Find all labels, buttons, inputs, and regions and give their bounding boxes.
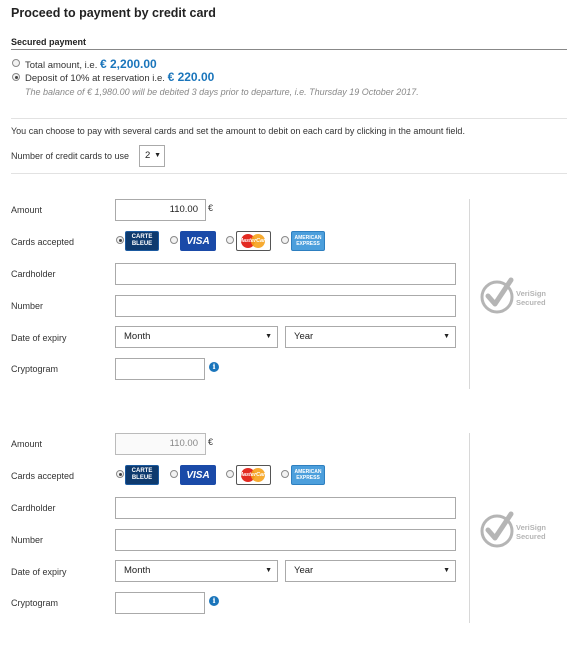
info-icon[interactable]: i: [209, 362, 219, 372]
cb-line1: CARTE: [131, 234, 153, 240]
card-number-input[interactable]: [115, 295, 456, 317]
card-form-1: Amount 110.00 € Cards accepted CARTE BLE…: [0, 199, 577, 389]
cb-line2: BLEUE: [131, 241, 153, 247]
mastercard-icon[interactable]: MasterCard: [236, 465, 271, 485]
form-divider: [469, 433, 470, 623]
amex-line2: EXPRESS: [296, 475, 320, 481]
expiry-year-select[interactable]: Year ▼: [285, 560, 456, 582]
section-divider: [11, 173, 567, 174]
cards-accepted-label: Cards accepted: [11, 237, 75, 247]
visa-text: VISA: [186, 235, 210, 247]
expiry-label: Date of expiry: [11, 567, 67, 577]
card-radio-cb[interactable]: [116, 236, 124, 244]
section-divider: [11, 118, 567, 119]
amount-label: Amount: [11, 205, 43, 215]
cryptogram-label: Cryptogram: [11, 364, 59, 374]
card-radio-visa[interactable]: [170, 236, 178, 244]
carte-bleue-icon[interactable]: CARTE BLEUE: [125, 465, 159, 485]
month-value: Month: [124, 565, 151, 576]
chevron-down-icon: ▼: [443, 333, 450, 340]
amex-icon[interactable]: AMERICAN EXPRESS: [291, 231, 325, 251]
mastercard-text: MasterCard: [238, 472, 269, 478]
chevron-down-icon: ▼: [265, 567, 272, 574]
amex-line2: EXPRESS: [296, 241, 320, 247]
card-count-label: Number of credit cards to use: [11, 151, 130, 161]
card-form-2: Amount 110.00 € Cards accepted CARTE BLE…: [0, 433, 577, 623]
badge-line1: VeriSign: [516, 289, 546, 298]
secured-payment-heading: Secured payment: [11, 37, 87, 47]
carte-bleue-icon[interactable]: CARTE BLEUE: [125, 231, 159, 251]
cb-line1: CARTE: [131, 468, 153, 474]
multi-card-info: You can choose to pay with several cards…: [11, 126, 465, 136]
mastercard-icon[interactable]: MasterCard: [236, 231, 271, 251]
expiry-year-select[interactable]: Year ▼: [285, 326, 456, 348]
badge-line1: VeriSign: [516, 523, 546, 532]
amount-label: Amount: [11, 439, 43, 449]
cryptogram-label: Cryptogram: [11, 598, 59, 608]
expiry-month-select[interactable]: Month ▼: [115, 560, 278, 582]
deposit-label: Deposit of 10% at reservation i.e.: [25, 73, 165, 84]
deposit-radio[interactable]: [12, 73, 20, 81]
card-radio-amex[interactable]: [281, 470, 289, 478]
card-radio-mastercard[interactable]: [226, 470, 234, 478]
visa-text: VISA: [186, 469, 210, 481]
currency-symbol: €: [208, 437, 214, 447]
amount-input[interactable]: 110.00: [115, 433, 206, 455]
visa-icon[interactable]: VISA: [180, 465, 216, 485]
card-count-value: 2: [145, 150, 151, 161]
amount-input[interactable]: 110.00: [115, 199, 206, 221]
expiry-month-select[interactable]: Month ▼: [115, 326, 278, 348]
badge-line2: Secured: [516, 298, 546, 307]
cryptogram-input[interactable]: [115, 592, 205, 614]
currency-symbol: €: [208, 203, 214, 213]
cardholder-label: Cardholder: [11, 269, 56, 279]
card-radio-visa[interactable]: [170, 470, 178, 478]
month-value: Month: [124, 331, 151, 342]
visa-icon[interactable]: VISA: [180, 231, 216, 251]
chevron-down-icon: ▼: [443, 567, 450, 574]
cb-line2: BLEUE: [131, 475, 153, 481]
card-radio-mastercard[interactable]: [226, 236, 234, 244]
mastercard-text: MasterCard: [238, 238, 269, 244]
total-amount-option[interactable]: Total amount, i.e. € 2,200.00: [25, 57, 157, 71]
card-radio-amex[interactable]: [281, 236, 289, 244]
verisign-secured-icon: VeriSign Secured: [480, 511, 546, 548]
card-radio-cb[interactable]: [116, 470, 124, 478]
badge-line2: Secured: [516, 532, 546, 541]
deposit-option[interactable]: Deposit of 10% at reservation i.e. € 220…: [25, 70, 214, 84]
heading-divider: [11, 49, 567, 50]
info-icon[interactable]: i: [209, 596, 219, 606]
balance-note: The balance of € 1,980.00 will be debite…: [25, 87, 419, 97]
number-label: Number: [11, 301, 44, 311]
amex-icon[interactable]: AMERICAN EXPRESS: [291, 465, 325, 485]
form-divider: [469, 199, 470, 389]
card-count-select[interactable]: 2 ▼: [139, 145, 165, 167]
chevron-down-icon: ▼: [154, 152, 161, 159]
total-amount-radio[interactable]: [12, 59, 20, 67]
page-title: Proceed to payment by credit card: [11, 6, 216, 20]
chevron-down-icon: ▼: [265, 333, 272, 340]
year-value: Year: [294, 565, 314, 576]
card-number-input[interactable]: [115, 529, 456, 551]
verisign-secured-icon: VeriSign Secured: [480, 277, 546, 314]
number-label: Number: [11, 535, 44, 545]
cardholder-label: Cardholder: [11, 503, 56, 513]
cardholder-input[interactable]: [115, 497, 456, 519]
total-amount-value: € 2,200.00: [100, 57, 157, 71]
deposit-value: € 220.00: [167, 70, 215, 84]
cryptogram-input[interactable]: [115, 358, 205, 380]
cardholder-input[interactable]: [115, 263, 456, 285]
cards-accepted-label: Cards accepted: [11, 471, 75, 481]
year-value: Year: [294, 331, 314, 342]
expiry-label: Date of expiry: [11, 333, 67, 343]
